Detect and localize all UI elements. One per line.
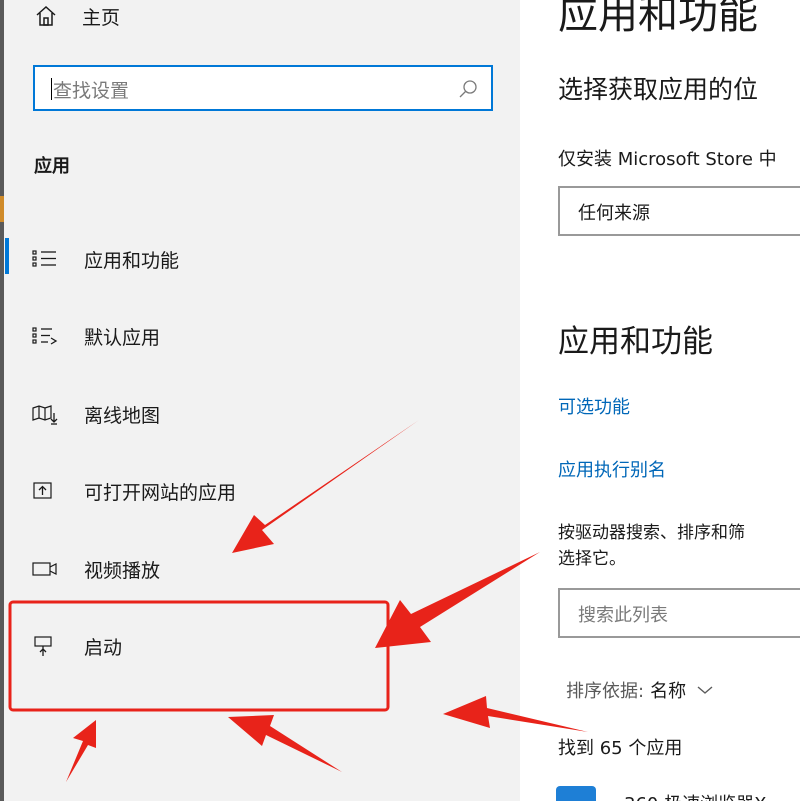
settings-search-input[interactable]: 查找设置 — [33, 65, 493, 111]
video-playback-icon — [32, 558, 58, 580]
sidebar-item-apps-for-websites[interactable]: 可打开网站的应用 — [32, 475, 236, 507]
home-icon — [36, 5, 56, 26]
sidebar-item-video-playback[interactable]: 视频播放 — [32, 553, 160, 585]
description-line: 按驱动器搜索、排序和筛 — [558, 523, 745, 543]
sidebar-section-title: 应用 — [34, 156, 70, 177]
app-source-dropdown[interactable]: 任何来源 — [558, 186, 800, 236]
filter-description: 按驱动器搜索、排序和筛 选择它。 — [558, 520, 800, 572]
sidebar-item-startup[interactable]: 启动 — [32, 630, 122, 662]
sidebar-item-label: 默认应用 — [84, 326, 161, 349]
sidebar-item-label: 应用和功能 — [84, 249, 180, 272]
offline-maps-icon — [32, 403, 58, 425]
found-count: 找到 65 个应用 — [558, 738, 683, 759]
choose-location-heading: 选择获取应用的位 — [558, 75, 759, 104]
sort-value: 名称 — [650, 681, 687, 702]
sidebar-item-label: 离线地图 — [84, 404, 161, 427]
default-apps-icon — [32, 325, 58, 347]
chevron-down-icon — [697, 686, 713, 694]
sort-dropdown[interactable]: 排序依据: 名称 — [566, 677, 716, 703]
app-icon — [556, 786, 596, 801]
text-caret — [51, 78, 52, 100]
sidebar-item-label: 视频播放 — [84, 559, 161, 582]
app-alias-link[interactable]: 应用执行别名 — [558, 456, 666, 482]
selected-item-indicator — [5, 238, 9, 274]
apps-features-icon — [32, 248, 58, 270]
sidebar-item-apps-features[interactable]: 应用和功能 — [32, 243, 179, 275]
search-list-input[interactable]: 搜索此列表 — [558, 588, 800, 638]
startup-icon — [32, 635, 58, 657]
sidebar-item-label: 启动 — [84, 636, 123, 659]
sidebar-item-label: 可打开网站的应用 — [84, 481, 237, 504]
main-content: 应用和功能 选择获取应用的位 仅安装 Microsoft Store 中 任何来… — [520, 0, 800, 801]
home-label: 主页 — [82, 6, 121, 29]
settings-sidebar: 主页 查找设置 应用 应用和功能 默认应用 离线地图 可打开网站的应用 视频播放… — [4, 0, 520, 801]
search-list-placeholder: 搜索此列表 — [578, 605, 668, 626]
store-option-text: 仅安装 Microsoft Store 中 — [558, 149, 777, 170]
app-name[interactable]: 360 极速浏览器X — [624, 790, 766, 801]
search-placeholder: 查找设置 — [53, 80, 130, 102]
apps-for-websites-icon — [32, 480, 58, 502]
home-nav-item[interactable]: 主页 — [34, 0, 120, 32]
optional-features-link[interactable]: 可选功能 — [558, 393, 630, 419]
dropdown-value: 任何来源 — [578, 203, 650, 224]
description-line: 选择它。 — [558, 549, 626, 569]
sidebar-item-default-apps[interactable]: 默认应用 — [32, 320, 160, 352]
section-title: 应用和功能 — [558, 324, 713, 360]
page-title: 应用和功能 — [558, 0, 758, 38]
search-icon[interactable] — [457, 78, 479, 100]
sort-label: 排序依据: — [566, 681, 645, 702]
sidebar-item-offline-maps[interactable]: 离线地图 — [32, 398, 160, 430]
